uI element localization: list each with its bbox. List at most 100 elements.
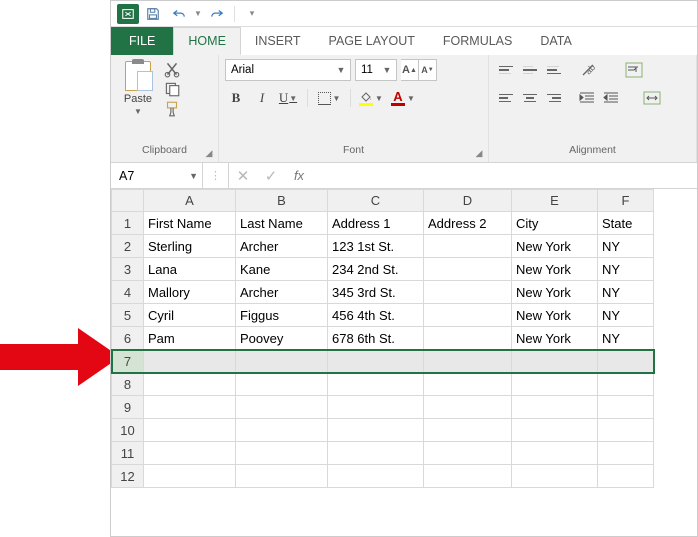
cell[interactable]: [236, 465, 328, 488]
font-name-combo[interactable]: Arial▼: [225, 59, 351, 81]
cell[interactable]: City: [512, 212, 598, 235]
cell[interactable]: [598, 396, 654, 419]
cell[interactable]: Cyril: [144, 304, 236, 327]
cell[interactable]: Pam: [144, 327, 236, 350]
cell[interactable]: [328, 373, 424, 396]
select-all-corner[interactable]: [112, 190, 144, 212]
row-header[interactable]: 11: [112, 442, 144, 465]
fill-color-button[interactable]: ▼: [359, 87, 387, 109]
cell[interactable]: [512, 465, 598, 488]
cell[interactable]: NY: [598, 304, 654, 327]
cell[interactable]: [144, 465, 236, 488]
cell[interactable]: [424, 327, 512, 350]
cell[interactable]: [236, 396, 328, 419]
row-header[interactable]: 3: [112, 258, 144, 281]
align-middle-button[interactable]: [519, 59, 541, 81]
cell[interactable]: Figgus: [236, 304, 328, 327]
column-header[interactable]: E: [512, 190, 598, 212]
cell[interactable]: [512, 419, 598, 442]
cell[interactable]: State: [598, 212, 654, 235]
cell[interactable]: [144, 419, 236, 442]
cell[interactable]: [512, 350, 598, 373]
cell[interactable]: Archer: [236, 235, 328, 258]
formula-enter-button[interactable]: ✓: [257, 163, 285, 188]
dialog-launcher-icon[interactable]: ◢: [473, 148, 485, 160]
cell[interactable]: New York: [512, 235, 598, 258]
paste-button[interactable]: Paste ▼: [117, 59, 159, 116]
format-painter-button[interactable]: [163, 101, 181, 117]
bold-button[interactable]: B: [225, 87, 247, 109]
cell[interactable]: [598, 373, 654, 396]
cell[interactable]: [424, 350, 512, 373]
cell[interactable]: [144, 396, 236, 419]
cell[interactable]: New York: [512, 281, 598, 304]
align-top-button[interactable]: [495, 59, 517, 81]
cell[interactable]: NY: [598, 281, 654, 304]
undo-dropdown[interactable]: ▼: [193, 4, 203, 24]
font-size-combo[interactable]: 11▼: [355, 59, 397, 81]
decrease-font-size-button[interactable]: A▼: [419, 59, 437, 81]
cell[interactable]: [144, 442, 236, 465]
cell[interactable]: [328, 350, 424, 373]
cell[interactable]: [598, 442, 654, 465]
row-header[interactable]: 10: [112, 419, 144, 442]
name-box-expand[interactable]: ⋮: [203, 163, 229, 188]
align-center-button[interactable]: [519, 87, 541, 109]
cell[interactable]: Address 1: [328, 212, 424, 235]
cell[interactable]: [424, 235, 512, 258]
qat-customize-dropdown[interactable]: ▾: [240, 4, 264, 24]
font-color-button[interactable]: A ▼: [391, 87, 419, 109]
cell[interactable]: [236, 350, 328, 373]
cell[interactable]: [144, 373, 236, 396]
borders-button[interactable]: ▼: [316, 87, 342, 109]
cell[interactable]: New York: [512, 304, 598, 327]
row-header[interactable]: 1: [112, 212, 144, 235]
tab-formulas[interactable]: FORMULAS: [429, 27, 526, 55]
underline-button[interactable]: U▼: [277, 87, 299, 109]
excel-system-menu[interactable]: [117, 4, 139, 24]
formula-cancel-button[interactable]: ✕: [229, 163, 257, 188]
cell[interactable]: Mallory: [144, 281, 236, 304]
column-header[interactable]: F: [598, 190, 654, 212]
cut-button[interactable]: [163, 61, 181, 77]
cell[interactable]: [328, 442, 424, 465]
cell[interactable]: NY: [598, 327, 654, 350]
cell[interactable]: Poovey: [236, 327, 328, 350]
cell[interactable]: [424, 442, 512, 465]
merge-center-button[interactable]: [639, 87, 667, 109]
cell[interactable]: [144, 350, 236, 373]
cell[interactable]: [328, 465, 424, 488]
column-header[interactable]: D: [424, 190, 512, 212]
cell[interactable]: [598, 465, 654, 488]
align-left-button[interactable]: [495, 87, 517, 109]
cell[interactable]: Archer: [236, 281, 328, 304]
cell[interactable]: Sterling: [144, 235, 236, 258]
copy-button[interactable]: [163, 81, 181, 97]
cell[interactable]: [236, 373, 328, 396]
column-header[interactable]: B: [236, 190, 328, 212]
cell[interactable]: 678 6th St.: [328, 327, 424, 350]
row-header[interactable]: 8: [112, 373, 144, 396]
dialog-launcher-icon[interactable]: ◢: [203, 148, 215, 160]
increase-font-size-button[interactable]: A▲: [401, 59, 419, 81]
column-header[interactable]: A: [144, 190, 236, 212]
wrap-text-button[interactable]: [621, 59, 649, 81]
cell[interactable]: [424, 419, 512, 442]
redo-button[interactable]: [205, 4, 229, 24]
align-bottom-button[interactable]: [543, 59, 565, 81]
tab-file[interactable]: FILE: [111, 27, 173, 55]
column-header[interactable]: C: [328, 190, 424, 212]
cell[interactable]: [512, 442, 598, 465]
cell[interactable]: [328, 419, 424, 442]
cell[interactable]: [424, 373, 512, 396]
tab-data[interactable]: DATA: [526, 27, 585, 55]
name-box[interactable]: A7▼: [111, 163, 203, 188]
tab-insert[interactable]: INSERT: [241, 27, 315, 55]
cell[interactable]: [424, 281, 512, 304]
cell[interactable]: NY: [598, 258, 654, 281]
save-button[interactable]: [141, 4, 165, 24]
align-right-button[interactable]: [543, 87, 565, 109]
cell[interactable]: 345 3rd St.: [328, 281, 424, 304]
cell[interactable]: Address 2: [424, 212, 512, 235]
cell[interactable]: [512, 396, 598, 419]
